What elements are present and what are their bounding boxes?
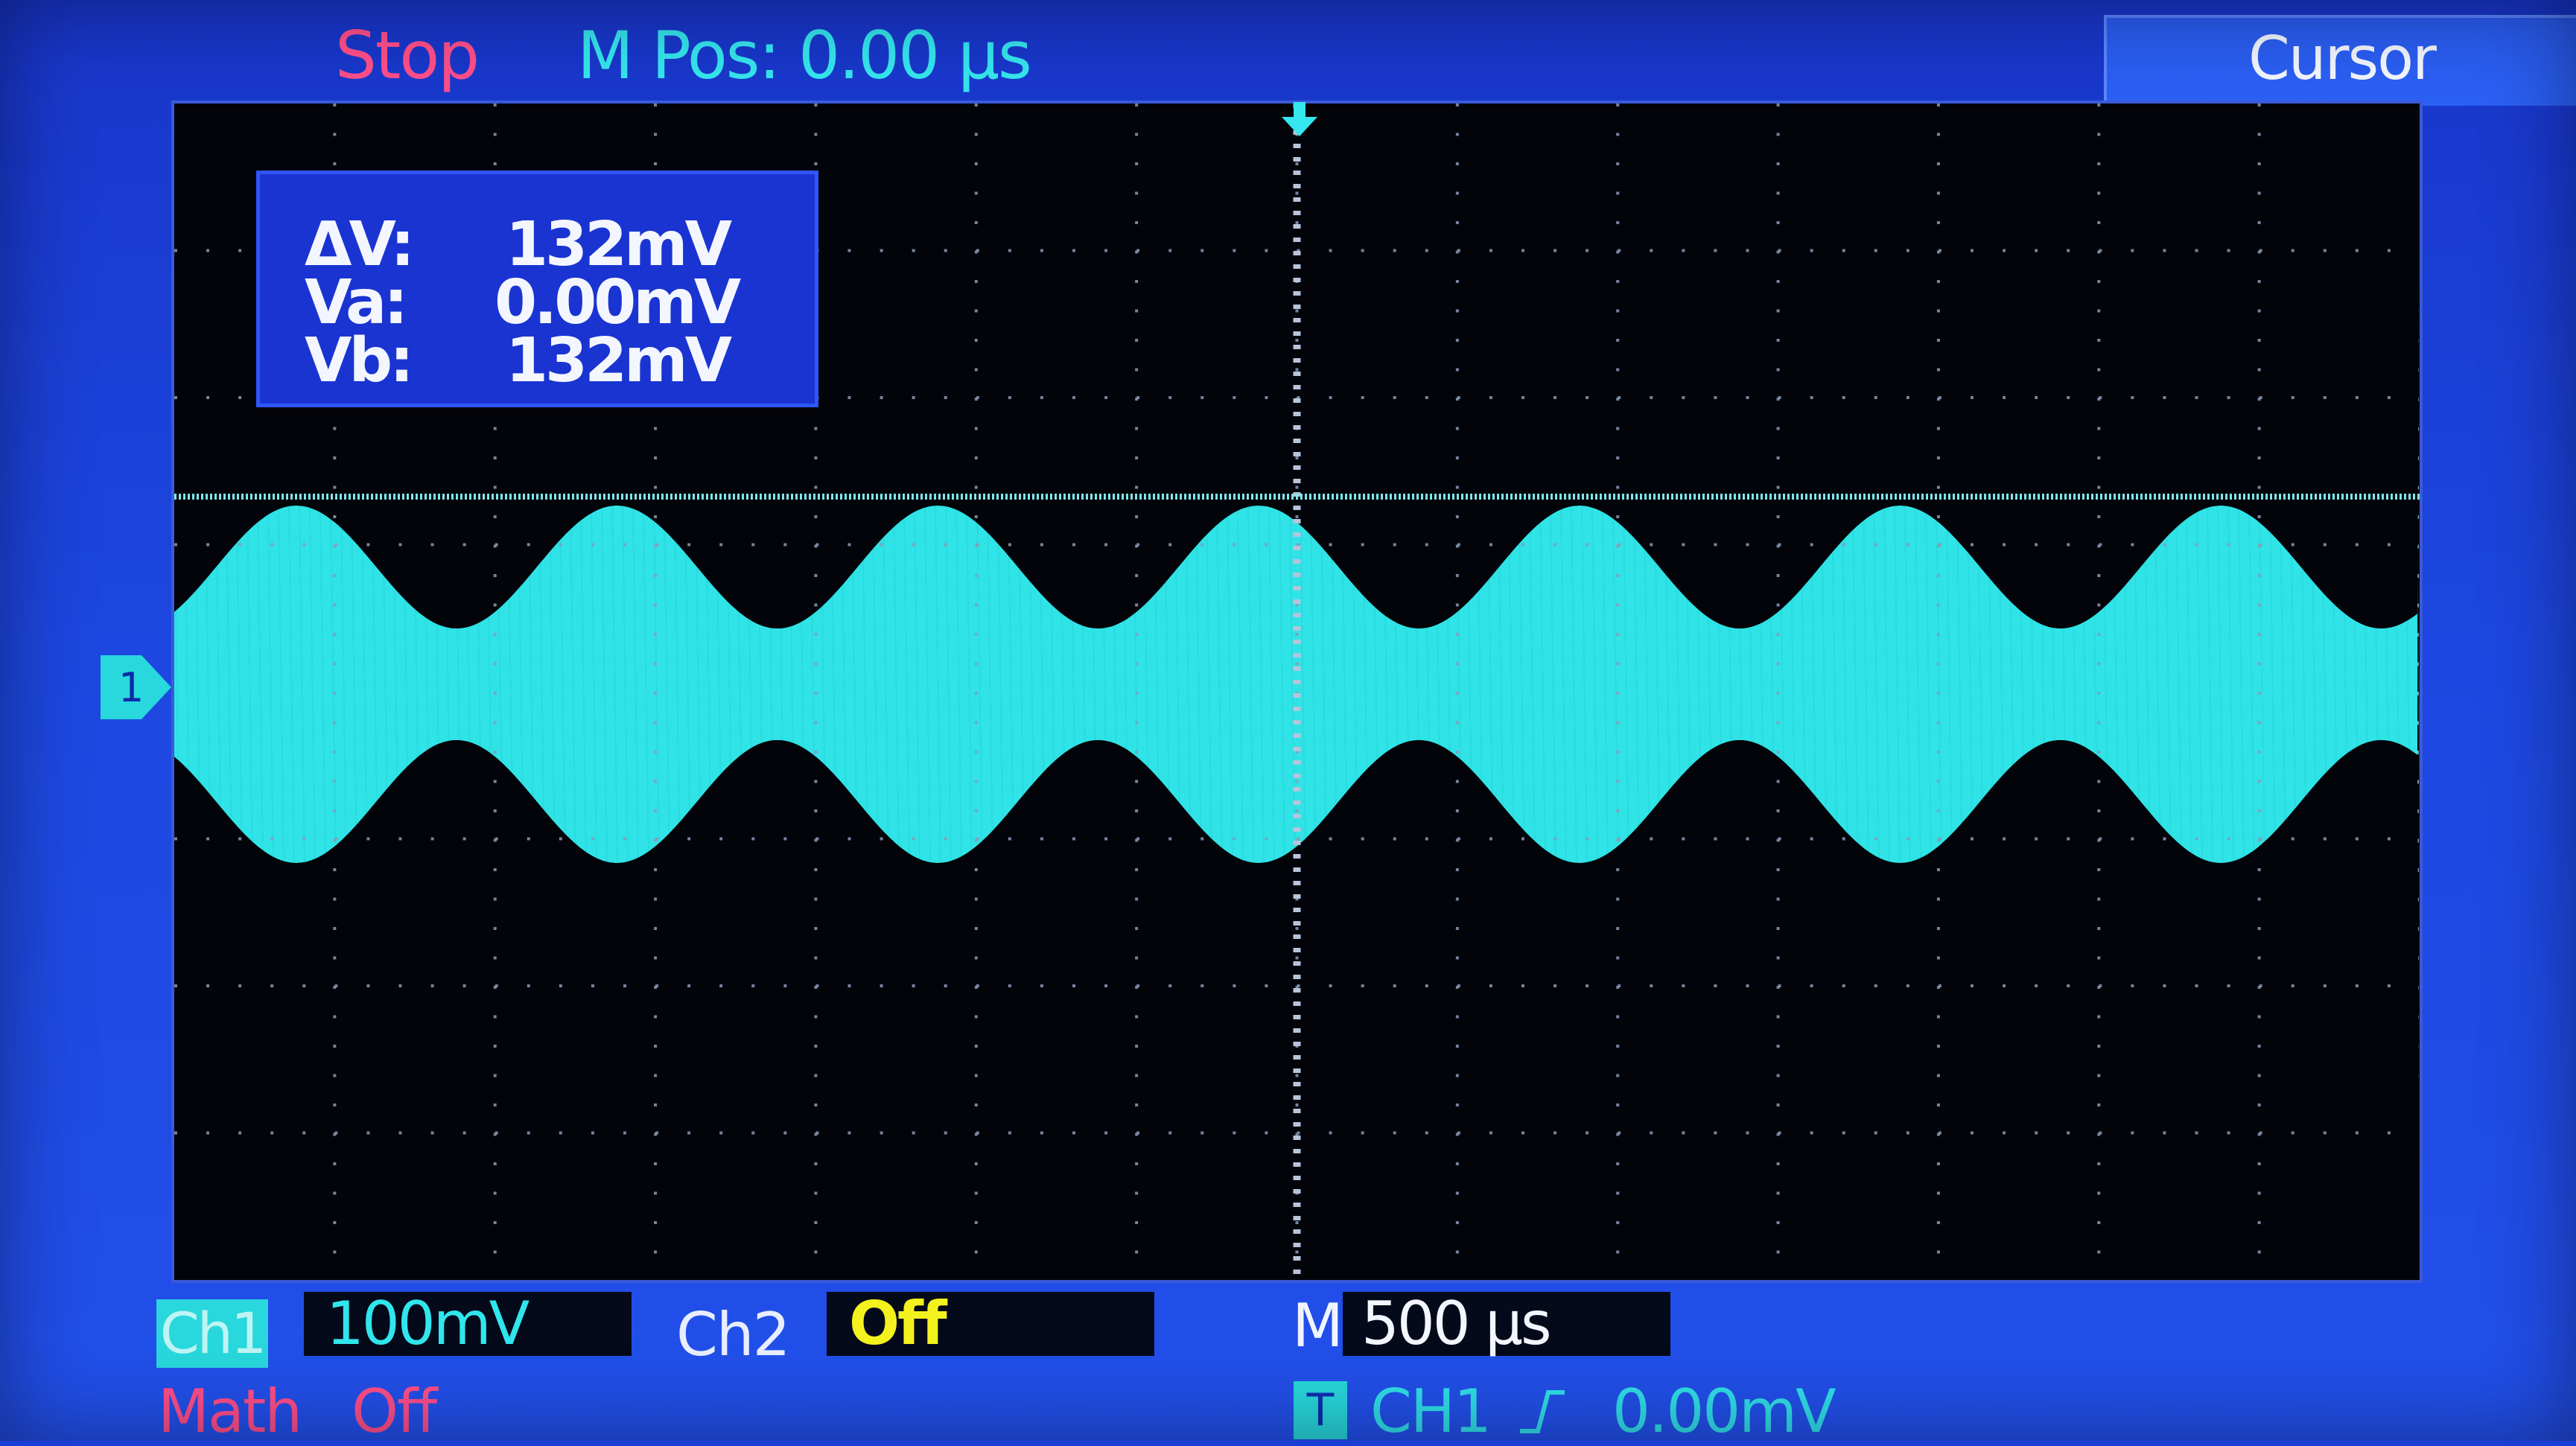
timebase-value: 500 µs <box>1361 1289 1552 1358</box>
delta-v-value: 132mV <box>506 209 732 280</box>
mpos-label: M Pos: <box>577 17 780 94</box>
math-label[interactable]: Math <box>158 1377 302 1446</box>
ch2-state-box[interactable]: Off <box>827 1289 1154 1358</box>
va-row: Va: 0.00mV <box>260 267 815 338</box>
timebase-box[interactable]: 500 µs <box>1343 1289 1670 1358</box>
waveform-display[interactable]: ΔV: 132mV Va: 0.00mV Vb: 132mV <box>171 101 2423 1283</box>
mpos-value: 0.00 µs <box>798 17 1032 94</box>
delta-v-label: ΔV: <box>305 209 415 280</box>
ch1-label[interactable]: Ch1 <box>156 1299 268 1368</box>
ch2-label[interactable]: Ch2 <box>676 1301 790 1369</box>
trigger-source[interactable]: CH1 <box>1370 1377 1492 1446</box>
trigger-position-marker-icon[interactable] <box>1277 101 1322 138</box>
menu-title: Cursor <box>2248 24 2437 93</box>
trigger-level[interactable]: 0.00mV <box>1612 1377 1836 1446</box>
ch1-scale-value: 100mV <box>326 1289 529 1358</box>
vb-row: Vb: 132mV <box>260 325 815 396</box>
va-label: Va: <box>305 267 408 338</box>
vb-value: 132mV <box>506 325 732 396</box>
math-state: Off <box>352 1377 437 1446</box>
cursor-readout-panel: ΔV: 132mV Va: 0.00mV Vb: 132mV <box>256 171 818 407</box>
timebase-label: M <box>1292 1291 1343 1360</box>
rising-edge-icon <box>1520 1390 1565 1433</box>
menu-tab-cursor[interactable]: Cursor <box>2104 15 2576 106</box>
ch1-ground-marker-icon[interactable]: 1 <box>101 655 171 719</box>
svg-text:1: 1 <box>118 664 144 711</box>
ch2-state-value: Off <box>849 1289 947 1358</box>
va-value: 0.00mV <box>494 267 741 338</box>
ch1-scale-box[interactable]: 100mV <box>304 1289 632 1358</box>
delta-v-row: ΔV: 132mV <box>260 209 815 280</box>
run-state[interactable]: Stop <box>335 15 480 97</box>
horizontal-position: M Pos: 0.00 µs <box>577 15 1032 97</box>
trigger-icon: T <box>1294 1381 1347 1439</box>
vb-label: Vb: <box>305 325 414 396</box>
